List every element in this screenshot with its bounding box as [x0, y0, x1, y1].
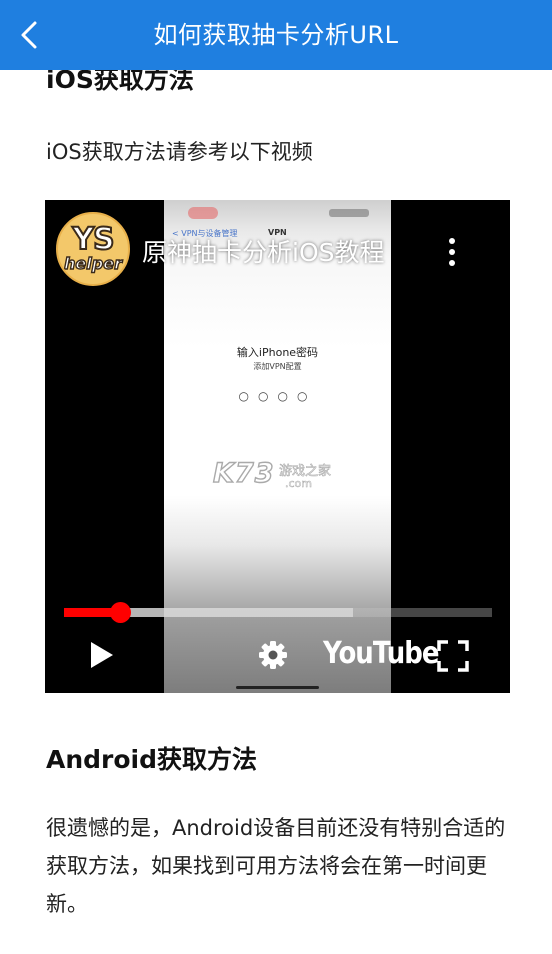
play-icon: [91, 642, 113, 668]
channel-avatar-logo-top: YS: [71, 221, 115, 258]
progress-scrubber-handle[interactable]: [109, 602, 131, 623]
video-frame-phone-screen: < VPN与设备管理 VPN 输入iPhone密码 添加VPN配置 ○○○○: [164, 200, 391, 693]
password-prompt: 输入iPhone密码: [236, 346, 319, 359]
android-section-description: 很遗憾的是，Android设备目前还没有特别合适的获取方法，如果找到可用方法将会…: [46, 816, 506, 916]
channel-avatar-logo-bottom: helper: [63, 253, 122, 273]
watermark-domain: .com: [285, 477, 313, 491]
phone-home-indicator: [236, 686, 319, 689]
video-progress-bar[interactable]: [64, 602, 492, 623]
top-app-bar: 如何获取抽卡分析URL: [0, 0, 552, 70]
more-vert-icon: [449, 238, 455, 266]
play-button[interactable]: [89, 640, 115, 674]
ios-section-description: iOS获取方法请参考以下视频: [46, 140, 313, 164]
fullscreen-button[interactable]: [437, 640, 469, 676]
phone-time-pill: [188, 207, 218, 219]
password-subtitle: 添加VPN配置: [253, 362, 302, 371]
phone-status-bar: [164, 204, 391, 222]
channel-avatar[interactable]: YS helper: [56, 212, 130, 286]
page-title: 如何获取抽卡分析URL: [153, 21, 399, 49]
fullscreen-icon: [437, 640, 469, 672]
password-dots: ○○○○: [238, 389, 317, 403]
phone-signal-indicators: [329, 209, 369, 217]
watermark-logo: K73: [212, 457, 275, 489]
more-options-button[interactable]: [442, 236, 462, 268]
youtube-logo[interactable]: YouTube: [323, 637, 439, 672]
settings-button[interactable]: [258, 640, 288, 674]
watermark: K73 游戏之家 .com: [212, 457, 331, 490]
android-section-heading: Android获取方法: [46, 745, 258, 774]
video-player[interactable]: < VPN与设备管理 VPN 输入iPhone密码 添加VPN配置 ○○○○ K…: [45, 200, 510, 693]
video-title[interactable]: 原神抽卡分析iOS教程: [142, 233, 385, 269]
gear-icon: [259, 641, 287, 669]
